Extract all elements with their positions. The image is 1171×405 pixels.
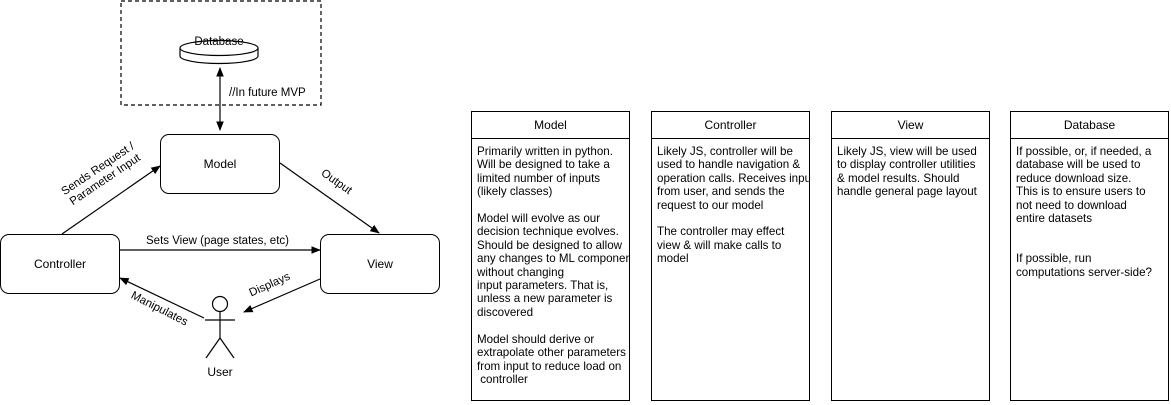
controller-panel: Controller Likely JS, controller will be… [651, 111, 810, 401]
controller-node-label: Controller [33, 257, 87, 271]
model-node-label: Model [203, 157, 237, 171]
view-panel-title: View [832, 112, 989, 139]
model-panel-title: Model [472, 112, 629, 139]
view-node-label: View [367, 257, 393, 271]
user-figure [205, 295, 235, 359]
controller-node: Controller [0, 234, 120, 294]
future-mvp-note: //In future MVP [229, 87, 306, 99]
model-panel-body: Primarily written in python. Will be des… [477, 145, 629, 386]
view-panel-body: Likely JS, view will be used to display … [837, 145, 977, 199]
database-panel-body: If possible, or, if needed, a database w… [1016, 145, 1152, 279]
view-node: View [320, 234, 440, 294]
view-panel: View Likely JS, view will be used to dis… [831, 111, 990, 401]
user-label: User [207, 365, 233, 379]
database-panel: Database If possible, or, if needed, a d… [1010, 111, 1169, 401]
database-label: Database [194, 36, 244, 48]
database-panel-title: Database [1011, 112, 1168, 139]
controller-panel-title: Controller [652, 112, 809, 139]
sets-view-edge-label: Sets View (page states, etc) [146, 235, 289, 247]
model-node: Model [160, 134, 280, 194]
model-panel: Model Primarily written in python. Will … [471, 111, 630, 401]
controller-panel-body: Likely JS, controller will be used to ha… [657, 145, 809, 266]
